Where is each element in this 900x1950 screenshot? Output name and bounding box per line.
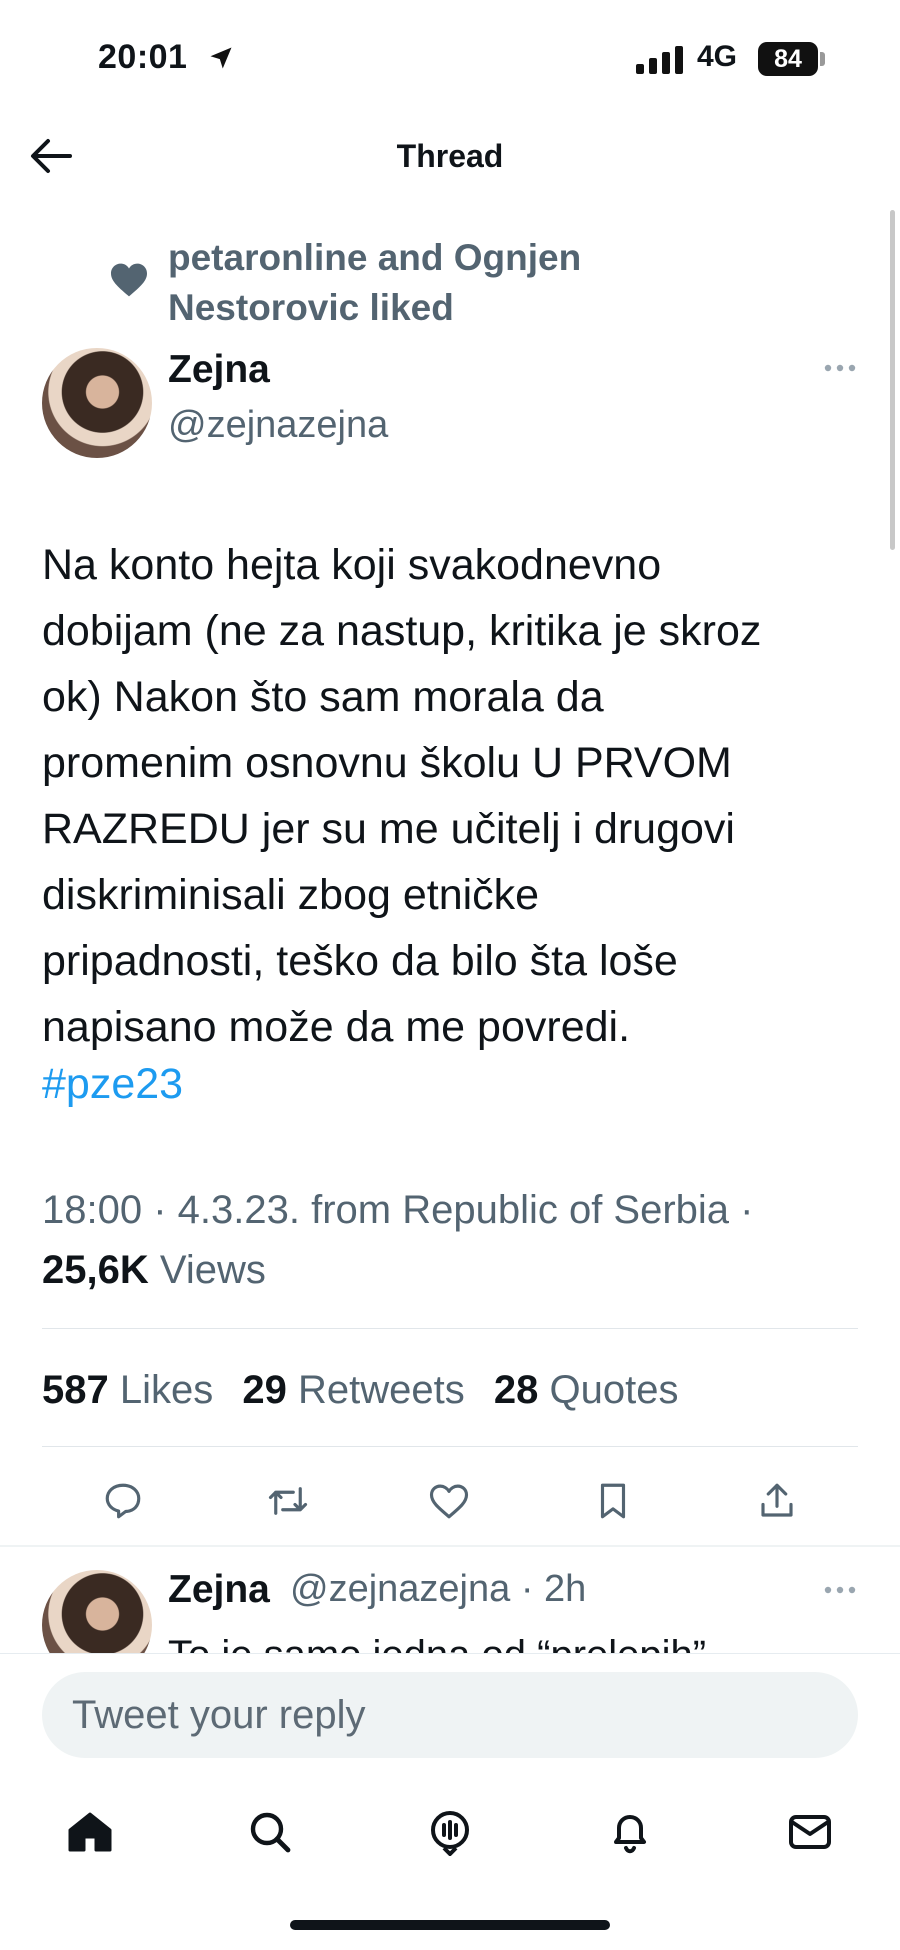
divider [42,1328,858,1329]
home-indicator[interactable] [290,1920,610,1930]
reply-handle-time[interactable]: @zejnazejna · 2h [290,1568,586,1611]
more-options-icon[interactable] [822,360,858,376]
network-type: 4G [697,40,738,73]
reply-text[interactable]: To je samo jedna od “prelepih” [168,1625,868,1655]
reply-author-name[interactable]: Zejna [168,1568,270,1612]
retweet-icon[interactable] [267,1480,309,1522]
status-time: 20:01 [98,38,188,76]
quotes-label: Quotes [549,1368,679,1412]
location-arrow-icon [210,47,232,69]
scrollbar[interactable] [890,210,895,550]
like-icon[interactable] [428,1480,470,1522]
battery-indicator: 84 [758,42,818,76]
tweet-text: Na konto hejta koji svakodnevno dobijam … [42,541,762,1051]
spaces-icon[interactable] [426,1808,474,1856]
retweets-stat[interactable]: 29 Retweets [242,1368,482,1412]
search-icon[interactable] [246,1808,294,1856]
quotes-count: 28 [493,1368,539,1412]
battery-cap [820,52,825,66]
likes-stat[interactable]: 587 Likes [42,1368,231,1412]
reply-input[interactable] [42,1672,858,1758]
hashtag-link[interactable]: #pze23 [42,1060,183,1109]
social-context[interactable]: petaronline and Ognjen Nestorovic liked [168,233,728,333]
author-avatar[interactable] [42,348,152,458]
tweet-views[interactable]: 25,6K Views [42,1240,266,1300]
retweets-count: 29 [242,1368,287,1412]
reply-icon[interactable] [102,1480,144,1522]
section-separator [0,1545,900,1547]
page-title: Thread [396,138,504,174]
quotes-stat[interactable]: 28 Quotes [494,1368,697,1412]
liked-heart-icon [111,263,147,297]
messages-icon[interactable] [786,1808,834,1856]
retweets-label: Retweets [298,1368,465,1412]
divider [42,1446,858,1447]
views-count: 25,6K [42,1248,149,1292]
back-arrow-icon[interactable] [30,138,72,174]
reply-more-options-icon[interactable] [822,1582,858,1598]
author-name[interactable]: Zejna [168,348,270,392]
engagement-stats: 587 Likes 29 Retweets 28 Quotes [42,1360,696,1420]
likes-label: Likes [119,1368,214,1412]
home-icon[interactable] [66,1808,114,1856]
views-label: Views [159,1248,266,1292]
cellular-signal-icon [636,46,683,74]
likes-count: 587 [42,1368,109,1412]
notifications-icon[interactable] [606,1808,654,1856]
bookmark-icon[interactable] [592,1480,634,1522]
author-handle[interactable]: @zejnazejna [168,404,388,447]
tweet-timestamp: 18:00 · 4.3.23. from Republic of Serbia … [42,1188,754,1232]
share-icon[interactable] [756,1480,798,1522]
